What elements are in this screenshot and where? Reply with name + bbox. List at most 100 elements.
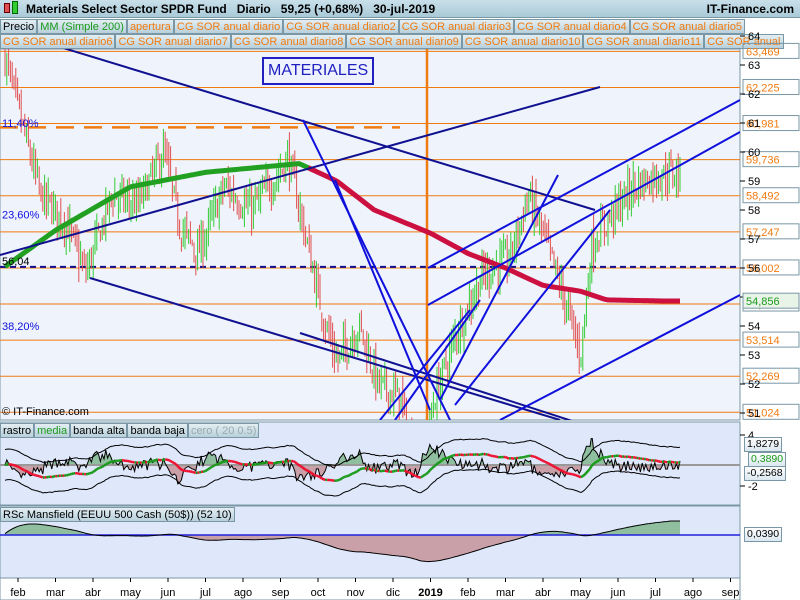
y-tick-label: 56 (748, 263, 760, 275)
media-segment (618, 454, 622, 458)
media-segment (549, 463, 553, 467)
x-tick-label: abr (535, 587, 551, 599)
media-segment (425, 471, 429, 476)
media-segment (353, 470, 357, 475)
media-segment (24, 469, 28, 473)
media-segment (13, 464, 17, 467)
media-segment (414, 474, 418, 478)
media-segment (580, 475, 584, 479)
indicator-legend: rastro media banda alta banda baja cero ( 20… (0, 423, 260, 438)
x-tick-label: may (570, 587, 591, 599)
media-segment (373, 468, 377, 472)
media-segment (178, 467, 183, 471)
media-segment (576, 474, 580, 478)
media-segment (204, 469, 208, 473)
media-segment (112, 459, 116, 463)
indicator-tab[interactable]: banda alta (70, 423, 128, 438)
media-segment (416, 475, 420, 479)
indicator-tab[interactable]: banda baja (127, 423, 188, 438)
media-segment (578, 475, 582, 479)
media-segment (132, 460, 136, 464)
media-segment (506, 456, 510, 460)
media-segment (641, 457, 645, 461)
x-tick-label: ago (234, 587, 252, 599)
media-segment (359, 467, 362, 471)
media-segment (339, 477, 343, 481)
media-segment (391, 470, 395, 473)
media-segment (386, 469, 389, 473)
media-segment (303, 467, 307, 471)
x-tick-label: ago (684, 587, 702, 599)
mansfield-value: 0,0390 (744, 527, 783, 542)
media-segment (207, 466, 211, 471)
media-segment (560, 469, 564, 473)
media-segment (33, 473, 37, 477)
media-segment (395, 469, 398, 473)
media-segment (555, 466, 559, 470)
media-segment (486, 453, 490, 457)
media-segment (148, 460, 152, 464)
fib-level-label: 63,469 (746, 46, 780, 58)
media-segment (166, 458, 170, 462)
y-tick-label: 64 (748, 31, 760, 43)
media-segment (145, 460, 148, 464)
y-tick-label: 51 (748, 408, 760, 420)
media-segment (349, 472, 354, 476)
media-segment (171, 461, 175, 465)
media-segment (540, 458, 544, 463)
media-segment (224, 459, 227, 463)
media-segment (342, 475, 346, 479)
x-tick-label: 2019 (418, 587, 442, 599)
media-segment (108, 460, 112, 464)
media-segment (169, 459, 174, 464)
indicator-tab[interactable]: rastro (0, 423, 35, 438)
media-segment (356, 468, 361, 472)
media-segment (513, 456, 517, 460)
reference-price-label: 56,04 (2, 256, 30, 268)
media-segment (310, 471, 314, 475)
media-segment (53, 474, 56, 478)
media-segment (423, 472, 427, 477)
media-segment (22, 468, 26, 472)
media-segment (351, 471, 355, 475)
x-tick-label: oct (311, 587, 326, 599)
media-segment (337, 478, 341, 482)
media-segment (308, 470, 312, 474)
media-segment (553, 465, 557, 469)
media-segment (51, 475, 54, 479)
media-segment (432, 464, 436, 469)
media-segment (94, 468, 98, 472)
x-tick-label: mar (46, 587, 65, 599)
y-tick-label: 63 (748, 60, 760, 72)
media-segment (306, 469, 310, 473)
indicator-axis-label: -2 (748, 481, 758, 493)
media-segment (588, 464, 593, 470)
media-segment (36, 474, 40, 478)
media-segment (585, 469, 590, 474)
media-segment (530, 454, 533, 458)
media-segment (249, 463, 253, 467)
media-segment (582, 473, 586, 478)
mansfield-tab[interactable]: RSc Mansfield (EEUU 500 Cash (50$)) (52 … (0, 507, 235, 522)
media-segment (587, 467, 591, 472)
media-segment (175, 463, 179, 468)
copyright: © IT-Finance.com (2, 406, 89, 418)
media-segment (590, 463, 595, 467)
media-segment (220, 460, 224, 464)
media-segment (556, 467, 561, 471)
media-segment (623, 455, 627, 459)
media-segment (504, 455, 508, 460)
indicator-tab[interactable]: cero ( 20 0.5) (187, 423, 260, 438)
media-segment (348, 473, 352, 477)
media-segment (103, 463, 107, 467)
media-segment (594, 460, 598, 464)
media-segment (495, 455, 499, 459)
media-segment (575, 474, 578, 477)
media-segment (17, 465, 20, 469)
indicator-tab[interactable]: media (34, 423, 71, 438)
media-segment (321, 477, 325, 481)
y-tick-label: 62 (748, 89, 760, 101)
media-segment (638, 456, 641, 460)
media-segment (299, 464, 303, 469)
media-segment (105, 462, 109, 466)
